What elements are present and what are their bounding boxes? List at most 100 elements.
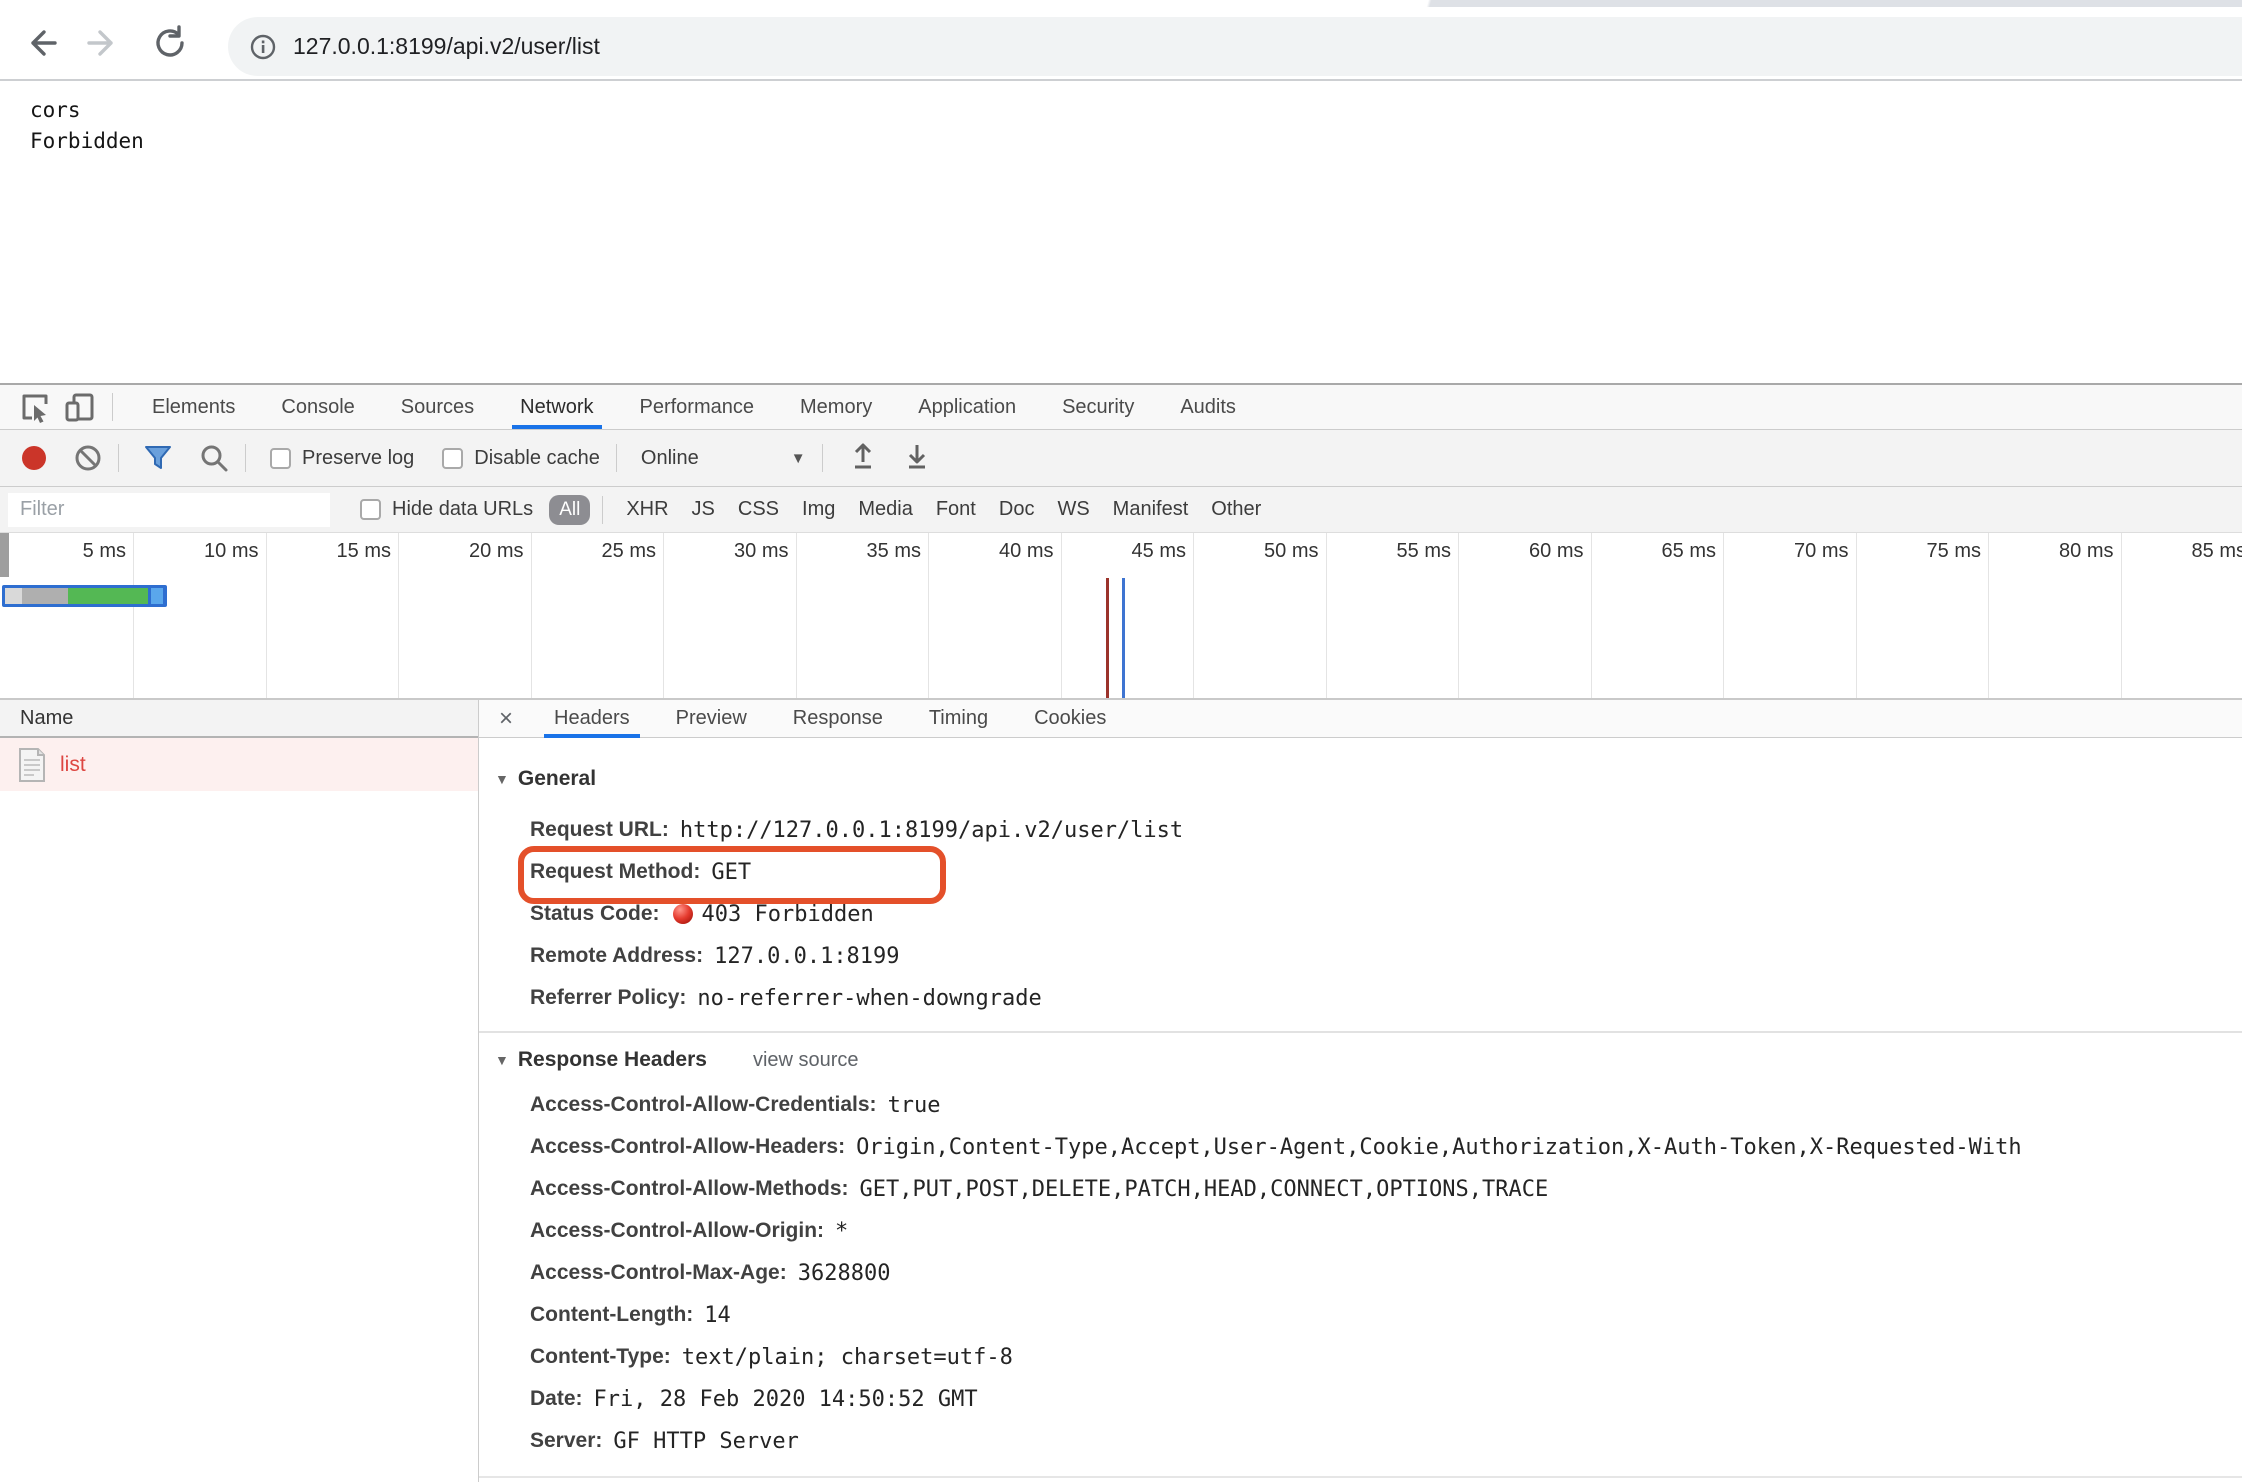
timeline-tick-label: 55 ms bbox=[1397, 540, 1451, 563]
forward-button[interactable] bbox=[82, 21, 126, 65]
reload-button[interactable] bbox=[148, 21, 192, 65]
waterfall-segment-waiting bbox=[22, 588, 68, 604]
disable-cache-checkbox[interactable] bbox=[442, 448, 463, 469]
details-tab-response[interactable]: Response bbox=[793, 700, 883, 737]
hide-data-urls-label[interactable]: Hide data URLs bbox=[392, 498, 533, 521]
timeline-gridline bbox=[663, 533, 664, 698]
filter-type-xhr[interactable]: XHR bbox=[626, 498, 668, 521]
tab-console[interactable]: Console bbox=[281, 385, 354, 429]
header-value: true bbox=[888, 1093, 941, 1118]
tab-performance[interactable]: Performance bbox=[640, 385, 755, 429]
preserve-log-checkbox[interactable] bbox=[270, 448, 291, 469]
header-row: Access-Control-Allow-Origin:* bbox=[530, 1210, 2242, 1252]
separator bbox=[245, 444, 246, 472]
close-details-button[interactable]: × bbox=[499, 707, 513, 731]
hide-data-urls-checkbox[interactable] bbox=[360, 499, 381, 520]
device-toolbar-icon bbox=[63, 391, 95, 423]
url-text[interactable]: 127.0.0.1:8199/api.v2/user/list bbox=[293, 33, 600, 60]
details-tab-headers[interactable]: Headers bbox=[554, 700, 630, 737]
timeline-tick-label: 30 ms bbox=[734, 540, 788, 563]
general-section-header[interactable]: ▼ General bbox=[495, 764, 2242, 794]
header-row: Access-Control-Max-Age:3628800 bbox=[530, 1252, 2242, 1294]
timeline-gridline bbox=[133, 533, 134, 698]
page-text-line: cors bbox=[30, 95, 2242, 126]
details-tab-timing[interactable]: Timing bbox=[929, 700, 988, 737]
record-button[interactable] bbox=[22, 446, 46, 470]
page-content: cors Forbidden bbox=[0, 81, 2242, 383]
timeline-gridline bbox=[1723, 533, 1724, 698]
view-source-link[interactable]: view source bbox=[753, 1049, 859, 1072]
clear-button[interactable] bbox=[74, 444, 102, 472]
tab-security[interactable]: Security bbox=[1062, 385, 1134, 429]
timeline-tick-label: 70 ms bbox=[1794, 540, 1848, 563]
tab-audits[interactable]: Audits bbox=[1180, 385, 1236, 429]
separator bbox=[112, 393, 113, 421]
tab-application[interactable]: Application bbox=[918, 385, 1016, 429]
header-row: Content-Type:text/plain; charset=utf-8 bbox=[530, 1336, 2242, 1378]
filter-type-other[interactable]: Other bbox=[1211, 498, 1261, 521]
load-event-marker bbox=[1122, 578, 1125, 698]
timeline-tick-label: 75 ms bbox=[1927, 540, 1981, 563]
filter-toggle-button[interactable] bbox=[143, 443, 173, 473]
request-row-list[interactable]: list bbox=[0, 738, 478, 791]
tab-elements[interactable]: Elements bbox=[152, 385, 235, 429]
details-tab-preview[interactable]: Preview bbox=[676, 700, 747, 737]
selected-request-waterfall-bar[interactable] bbox=[2, 585, 167, 607]
network-overview-timeline[interactable]: 5 ms10 ms15 ms20 ms25 ms30 ms35 ms40 ms4… bbox=[0, 533, 2242, 700]
timeline-gridline bbox=[1458, 533, 1459, 698]
throttling-select[interactable]: Online bbox=[641, 447, 699, 470]
header-value: Origin,Content-Type,Accept,User-Agent,Co… bbox=[856, 1135, 2022, 1160]
upload-arrow-icon bbox=[849, 443, 877, 473]
export-har-button[interactable] bbox=[903, 443, 931, 473]
filter-type-manifest[interactable]: Manifest bbox=[1113, 498, 1189, 521]
header-key: Date: bbox=[530, 1387, 583, 1411]
timeline-tick-label: 50 ms bbox=[1264, 540, 1318, 563]
header-row: Remote Address:127.0.0.1:8199 bbox=[530, 935, 2242, 977]
header-row: Content-Length:14 bbox=[530, 1294, 2242, 1336]
reload-icon bbox=[152, 25, 188, 61]
tab-memory[interactable]: Memory bbox=[800, 385, 872, 429]
separator bbox=[822, 444, 823, 472]
filter-all-pill[interactable]: All bbox=[549, 495, 590, 525]
tab-corner-notch bbox=[1422, 0, 1436, 7]
collapse-triangle-icon[interactable]: ▼ bbox=[495, 771, 509, 787]
device-toolbar-button[interactable] bbox=[62, 390, 96, 424]
disable-cache-label[interactable]: Disable cache bbox=[474, 447, 600, 470]
address-bar[interactable]: 127.0.0.1:8199/api.v2/user/list bbox=[228, 17, 2242, 76]
filter-type-img[interactable]: Img bbox=[802, 498, 835, 521]
back-button[interactable] bbox=[18, 21, 62, 65]
tab-sources[interactable]: Sources bbox=[401, 385, 474, 429]
import-har-button[interactable] bbox=[849, 443, 877, 473]
request-name[interactable]: list bbox=[60, 753, 86, 777]
header-value: 3628800 bbox=[798, 1261, 891, 1286]
overview-scrubber-handle[interactable] bbox=[0, 533, 9, 577]
filter-type-font[interactable]: Font bbox=[936, 498, 976, 521]
filter-type-doc[interactable]: Doc bbox=[999, 498, 1035, 521]
header-key: Access-Control-Allow-Methods: bbox=[530, 1177, 849, 1201]
filter-type-media[interactable]: Media bbox=[858, 498, 912, 521]
header-value: 14 bbox=[704, 1303, 731, 1328]
header-row: Date:Fri, 28 Feb 2020 14:50:52 GMT bbox=[530, 1378, 2242, 1420]
response-headers-section-header[interactable]: ▼ Response Headers view source bbox=[495, 1045, 2242, 1075]
tab-network[interactable]: Network bbox=[520, 385, 593, 429]
site-info-icon[interactable] bbox=[250, 34, 276, 60]
filter-type-js[interactable]: JS bbox=[692, 498, 715, 521]
filter-type-ws[interactable]: WS bbox=[1057, 498, 1089, 521]
preserve-log-label[interactable]: Preserve log bbox=[302, 447, 414, 470]
timeline-gridline bbox=[398, 533, 399, 698]
network-toolbar: Preserve log Disable cache Online ▼ bbox=[0, 430, 2242, 487]
header-key: Server: bbox=[530, 1429, 602, 1453]
header-value: text/plain; charset=utf-8 bbox=[682, 1345, 1013, 1370]
filter-type-css[interactable]: CSS bbox=[738, 498, 779, 521]
collapse-triangle-icon[interactable]: ▼ bbox=[495, 1052, 509, 1068]
search-button[interactable] bbox=[199, 443, 229, 473]
requests-name-column-header[interactable]: Name bbox=[0, 700, 478, 738]
header-value: no-referrer-when-downgrade bbox=[697, 986, 1041, 1011]
filter-input[interactable] bbox=[8, 493, 330, 527]
details-tab-cookies[interactable]: Cookies bbox=[1034, 700, 1106, 737]
download-arrow-icon bbox=[903, 443, 931, 473]
header-value: GET,PUT,POST,DELETE,PATCH,HEAD,CONNECT,O… bbox=[860, 1177, 1549, 1202]
inspect-element-button[interactable] bbox=[18, 390, 52, 424]
timeline-tick-label: 20 ms bbox=[469, 540, 523, 563]
chevron-down-icon[interactable]: ▼ bbox=[791, 450, 806, 467]
